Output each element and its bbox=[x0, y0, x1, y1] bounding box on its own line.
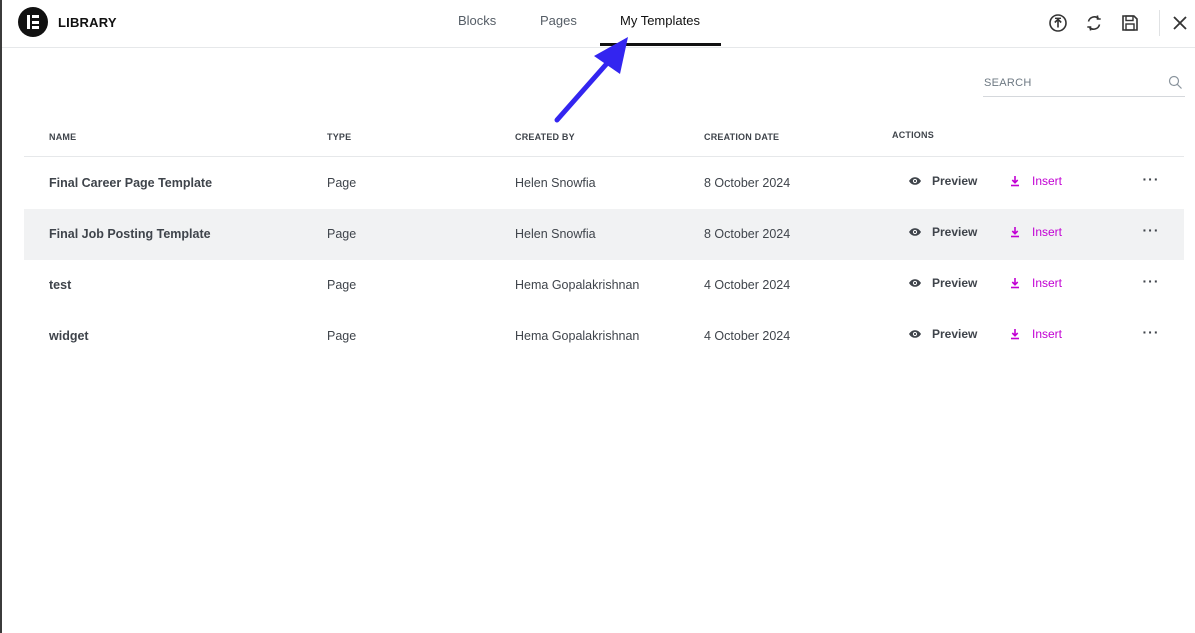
insert-label: Insert bbox=[1032, 327, 1063, 341]
eye-icon bbox=[908, 225, 922, 239]
insert-button[interactable]: Insert bbox=[1008, 225, 1062, 239]
eye-icon bbox=[908, 174, 922, 188]
template-date: 8 October 2024 bbox=[704, 227, 791, 241]
table-header: NAME TYPE CREATED BY CREATION DATE ACTIO… bbox=[24, 120, 1184, 157]
more-options-icon[interactable]: ··· bbox=[1142, 274, 1160, 290]
table-row[interactable]: Final Job Posting Template Page Helen Sn… bbox=[24, 209, 1184, 260]
template-type: Page bbox=[327, 227, 357, 241]
preview-button[interactable]: Preview bbox=[908, 327, 977, 341]
insert-button[interactable]: Insert bbox=[1008, 174, 1062, 188]
column-header-type[interactable]: TYPE bbox=[327, 132, 351, 142]
preview-label: Preview bbox=[932, 327, 978, 341]
close-icon[interactable] bbox=[1169, 12, 1191, 34]
search-box bbox=[983, 70, 1185, 97]
header-divider bbox=[1159, 10, 1160, 36]
column-header-created-by[interactable]: CREATED BY bbox=[515, 132, 575, 142]
template-author: Hema Gopalakrishnan bbox=[515, 329, 640, 343]
preview-label: Preview bbox=[932, 174, 978, 188]
active-tab-indicator bbox=[600, 43, 721, 46]
insert-button[interactable]: Insert bbox=[1008, 276, 1062, 290]
column-header-name[interactable]: NAME bbox=[49, 132, 76, 142]
library-title: LIBRARY bbox=[58, 15, 117, 30]
table-row[interactable]: test Page Hema Gopalakrishnan 4 October … bbox=[24, 260, 1184, 311]
upload-icon[interactable] bbox=[1047, 12, 1069, 34]
tab-pages[interactable]: Pages bbox=[540, 13, 577, 28]
save-icon[interactable] bbox=[1119, 12, 1141, 34]
preview-label: Preview bbox=[932, 225, 978, 239]
library-modal: LIBRARY Blocks Pages My Templates NAME T… bbox=[0, 0, 1195, 633]
column-header-creation-date[interactable]: CREATION DATE bbox=[704, 132, 779, 142]
template-name: widget bbox=[49, 329, 89, 343]
insert-label: Insert bbox=[1032, 225, 1063, 239]
template-type: Page bbox=[327, 329, 357, 343]
template-name: test bbox=[49, 278, 72, 292]
library-header: LIBRARY Blocks Pages My Templates bbox=[2, 0, 1195, 48]
insert-button[interactable]: Insert bbox=[1008, 327, 1062, 341]
preview-button[interactable]: Preview bbox=[908, 276, 977, 290]
template-name: Final Job Posting Template bbox=[49, 227, 211, 241]
template-type: Page bbox=[327, 278, 357, 292]
tab-blocks[interactable]: Blocks bbox=[458, 13, 496, 28]
download-icon bbox=[1008, 276, 1022, 290]
sync-icon[interactable] bbox=[1083, 12, 1105, 34]
download-icon bbox=[1008, 327, 1022, 341]
template-date: 4 October 2024 bbox=[704, 278, 791, 292]
more-options-icon[interactable]: ··· bbox=[1142, 223, 1160, 239]
search-icon[interactable] bbox=[1168, 75, 1183, 90]
table-row[interactable]: Final Career Page Template Page Helen Sn… bbox=[24, 158, 1184, 209]
template-name: Final Career Page Template bbox=[49, 176, 213, 190]
eye-icon bbox=[908, 327, 922, 341]
template-type: Page bbox=[327, 176, 357, 190]
preview-button[interactable]: Preview bbox=[908, 225, 977, 239]
elementor-logo-icon bbox=[18, 7, 48, 37]
more-options-icon[interactable]: ··· bbox=[1142, 325, 1160, 341]
more-options-icon[interactable]: ··· bbox=[1142, 172, 1160, 188]
column-header-actions: ACTIONS bbox=[892, 130, 934, 140]
template-author: Helen Snowfia bbox=[515, 176, 596, 190]
template-date: 4 October 2024 bbox=[704, 329, 791, 343]
download-icon bbox=[1008, 174, 1022, 188]
table-row[interactable]: widget Page Hema Gopalakrishnan 4 Octobe… bbox=[24, 311, 1184, 362]
eye-icon bbox=[908, 276, 922, 290]
download-icon bbox=[1008, 225, 1022, 239]
preview-button[interactable]: Preview bbox=[908, 174, 977, 188]
search-input[interactable] bbox=[984, 74, 1164, 92]
insert-label: Insert bbox=[1032, 174, 1063, 188]
template-author: Hema Gopalakrishnan bbox=[515, 278, 640, 292]
insert-label: Insert bbox=[1032, 276, 1063, 290]
template-author: Helen Snowfia bbox=[515, 227, 596, 241]
preview-label: Preview bbox=[932, 276, 978, 290]
tab-my-templates[interactable]: My Templates bbox=[620, 13, 700, 28]
template-date: 8 October 2024 bbox=[704, 176, 791, 190]
